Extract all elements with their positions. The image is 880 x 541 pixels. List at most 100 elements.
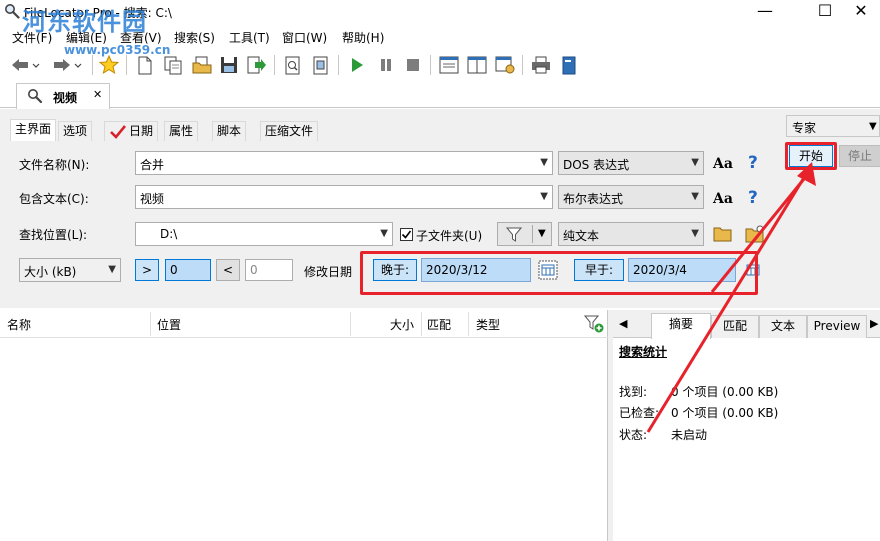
- tab-matches[interactable]: 匹配: [711, 315, 759, 338]
- open-folder-icon[interactable]: [191, 54, 213, 76]
- case-sensitive-icon[interactable]: Aa: [713, 156, 733, 172]
- look-in-mode-select[interactable]: 纯文本 ▼: [558, 222, 704, 246]
- look-in-combo[interactable]: D:\ ▼: [135, 222, 393, 246]
- subfolders-label: 子文件夹(U): [416, 229, 483, 243]
- size-unit-value: 大小 (kB): [24, 265, 77, 279]
- new-document-icon[interactable]: [134, 54, 156, 76]
- subtab-main[interactable]: 主界面: [10, 119, 57, 141]
- stop-icon[interactable]: [402, 54, 424, 76]
- forward-icon[interactable]: [50, 54, 84, 76]
- favorites-star-icon[interactable]: [98, 54, 120, 76]
- size-unit-select[interactable]: 大小 (kB) ▼: [19, 258, 121, 282]
- status-label: 状态:: [619, 428, 648, 442]
- checked-value: 0 个项目 (0.00 KB): [671, 406, 779, 420]
- split-window-icon[interactable]: [466, 54, 488, 76]
- help-question-icon[interactable]: ?: [748, 153, 758, 173]
- size-max-input[interactable]: 0: [245, 259, 293, 281]
- results-list: 名称 位置 大小 匹配 类型: [0, 310, 608, 541]
- minimize-button[interactable]: —: [742, 0, 788, 24]
- subtab-options[interactable]: 选项: [58, 121, 93, 141]
- file-name-label: 文件名称(N):: [19, 158, 90, 172]
- checked-label: 已检查:: [619, 406, 660, 420]
- tab-summary[interactable]: 摘要: [651, 313, 711, 339]
- column-header-type[interactable]: 类型: [476, 316, 500, 333]
- file-name-value: 合并: [140, 158, 165, 172]
- contains-text-combo[interactable]: 视频 ▼: [135, 185, 553, 209]
- tab-video-search[interactable]: 视频 ✕: [16, 83, 110, 109]
- tab-text[interactable]: 文本: [759, 315, 807, 338]
- chevron-down-icon: ▼: [869, 121, 877, 132]
- chevron-down-icon: ▼: [380, 228, 388, 239]
- document-preview-icon[interactable]: [310, 54, 332, 76]
- stop-search-button[interactable]: 停止: [839, 145, 880, 167]
- chevron-down-icon: ▼: [691, 191, 699, 202]
- file-name-mode-select[interactable]: DOS 表达式 ▼: [558, 151, 704, 175]
- search-icon: [28, 89, 43, 104]
- greater-than-button[interactable]: >: [135, 259, 159, 281]
- close-button[interactable]: ✕: [838, 0, 880, 24]
- print-icon[interactable]: [530, 54, 552, 76]
- file-name-combo[interactable]: 合并 ▼: [135, 151, 553, 175]
- menu-help[interactable]: 帮助(H): [342, 29, 384, 46]
- copy-document-icon[interactable]: [162, 54, 184, 76]
- menu-search[interactable]: 搜索(S): [174, 29, 215, 46]
- chevron-down-icon: ▼: [540, 191, 548, 202]
- contains-text-value: 视频: [140, 192, 165, 206]
- toolbar-separator: [126, 55, 127, 75]
- tab-preview[interactable]: Preview: [807, 315, 867, 338]
- add-filter-icon[interactable]: [584, 315, 604, 333]
- document-view-icon[interactable]: [282, 54, 304, 76]
- toolbar-separator: [522, 55, 523, 75]
- filter-button[interactable]: ▼: [497, 222, 552, 246]
- column-header-size[interactable]: 大小: [390, 316, 414, 333]
- browse-folder-icon[interactable]: [713, 226, 733, 242]
- document-tab-bar: 视频 ✕: [0, 83, 880, 109]
- size-min-input[interactable]: 0: [165, 259, 211, 281]
- menu-edit[interactable]: 编辑(E): [66, 29, 107, 46]
- pause-icon[interactable]: [375, 54, 397, 76]
- chevron-down-icon: ▼: [691, 157, 699, 168]
- profile-select[interactable]: 专家 ▼: [786, 115, 880, 137]
- tab-close-icon[interactable]: ✕: [93, 88, 102, 101]
- column-divider[interactable]: [468, 312, 469, 336]
- look-in-label: 查找位置(L):: [19, 228, 88, 242]
- scroll-left-icon[interactable]: ◀: [619, 317, 627, 330]
- contains-text-label: 包含文本(C):: [19, 192, 89, 206]
- chevron-down-icon: ▼: [540, 157, 548, 168]
- list-window-icon[interactable]: [438, 54, 460, 76]
- subtab-archives[interactable]: 压缩文件: [260, 121, 319, 141]
- look-in-value: D:\: [160, 227, 178, 241]
- less-than-button[interactable]: <: [216, 259, 240, 281]
- case-sensitive-icon[interactable]: Aa: [713, 191, 733, 207]
- folder-options-icon[interactable]: [745, 225, 765, 243]
- subtab-attributes[interactable]: 属性: [164, 121, 199, 141]
- menu-file[interactable]: 文件(F): [12, 29, 52, 46]
- status-value: 未启动: [671, 428, 708, 442]
- play-icon[interactable]: [346, 54, 368, 76]
- chevron-down-icon: ▼: [108, 264, 116, 275]
- back-icon[interactable]: [8, 54, 42, 76]
- menu-tools[interactable]: 工具(T): [229, 29, 270, 46]
- column-divider[interactable]: [350, 312, 351, 336]
- column-header-location[interactable]: 位置: [157, 316, 181, 333]
- menu-window[interactable]: 窗口(W): [282, 29, 327, 46]
- export-icon[interactable]: [246, 54, 268, 76]
- column-divider[interactable]: [150, 312, 151, 336]
- scroll-right-icon[interactable]: ▶: [870, 317, 878, 330]
- look-in-mode-value: 纯文本: [563, 229, 600, 243]
- details-panel: ◀ 摘要 匹配 文本 Preview ▶ 搜索统计 找到: 0 个项目 (0.0…: [613, 310, 880, 541]
- subfolders-checkbox[interactable]: [400, 228, 413, 241]
- help-book-icon[interactable]: [558, 54, 580, 76]
- menu-view[interactable]: 查看(V): [120, 29, 162, 46]
- help-question-icon[interactable]: ?: [748, 188, 758, 208]
- found-label: 找到:: [619, 385, 648, 399]
- save-icon[interactable]: [218, 54, 240, 76]
- column-divider[interactable]: [421, 312, 422, 336]
- tab-label: 视频: [53, 91, 78, 105]
- settings-window-icon[interactable]: [494, 54, 516, 76]
- contains-text-mode-select[interactable]: 布尔表达式 ▼: [558, 185, 704, 209]
- column-header-match[interactable]: 匹配: [427, 316, 451, 333]
- chevron-down-icon: ▼: [538, 228, 546, 239]
- column-header-name[interactable]: 名称: [7, 316, 31, 333]
- subtab-script[interactable]: 脚本: [212, 121, 247, 141]
